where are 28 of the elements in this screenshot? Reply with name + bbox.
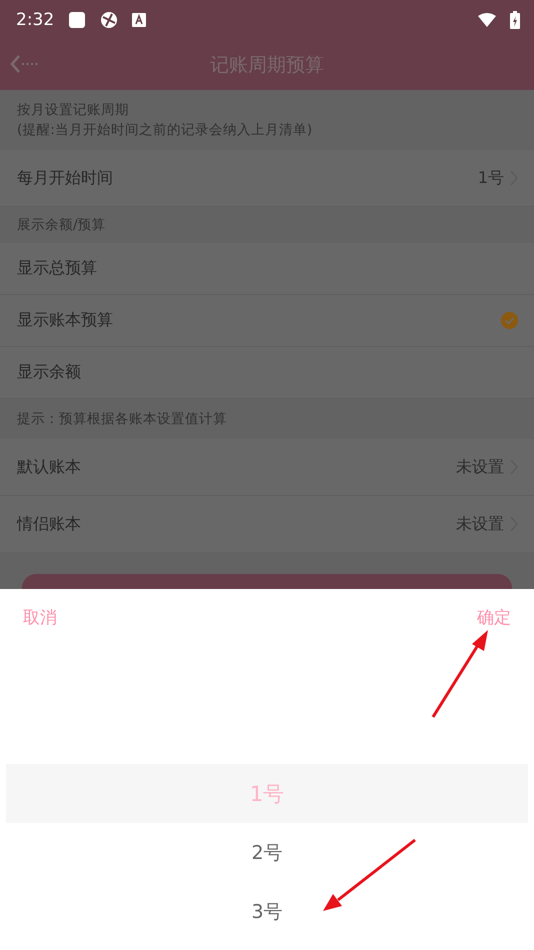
- settings-row[interactable]: 情侣账本 未设置: [0, 496, 534, 552]
- back-button[interactable]: [10, 53, 40, 75]
- settings-row[interactable]: 默认账本 未设置: [0, 439, 534, 496]
- app-square-icon: [132, 13, 146, 27]
- picker-option[interactable]: 1号: [6, 764, 528, 823]
- cancel-button[interactable]: 取消: [23, 606, 57, 629]
- settings-row[interactable]: 显示总预算: [0, 243, 534, 295]
- row-value: 1号: [478, 168, 504, 188]
- row-label: 情侣账本: [17, 514, 82, 534]
- battery-icon: [510, 11, 520, 29]
- settings-row[interactable]: 每月开始时间 1号: [0, 150, 534, 207]
- picker-option[interactable]: 2号: [6, 823, 528, 882]
- row-value: 未设置: [456, 456, 504, 478]
- settings-row[interactable]: 显示账本预算: [0, 295, 534, 347]
- status-time: 2:32: [16, 10, 54, 30]
- picker-option[interactable]: 3号: [6, 882, 528, 941]
- row-value: 未设置: [456, 514, 504, 534]
- row-label: 默认账本: [17, 456, 82, 478]
- row-label: 每月开始时间: [17, 168, 114, 188]
- app-circle-icon: [100, 11, 118, 29]
- row-label: 显示账本预算: [17, 310, 114, 331]
- row-label: 显示总预算: [17, 258, 98, 279]
- confirm-button[interactable]: 确定: [477, 606, 511, 629]
- wifi-icon: [478, 13, 496, 27]
- settings-row[interactable]: 显示余额: [0, 347, 534, 399]
- notification-square-icon: [68, 11, 86, 29]
- save-button[interactable]: [22, 574, 512, 589]
- row-label: 显示余额: [17, 362, 82, 383]
